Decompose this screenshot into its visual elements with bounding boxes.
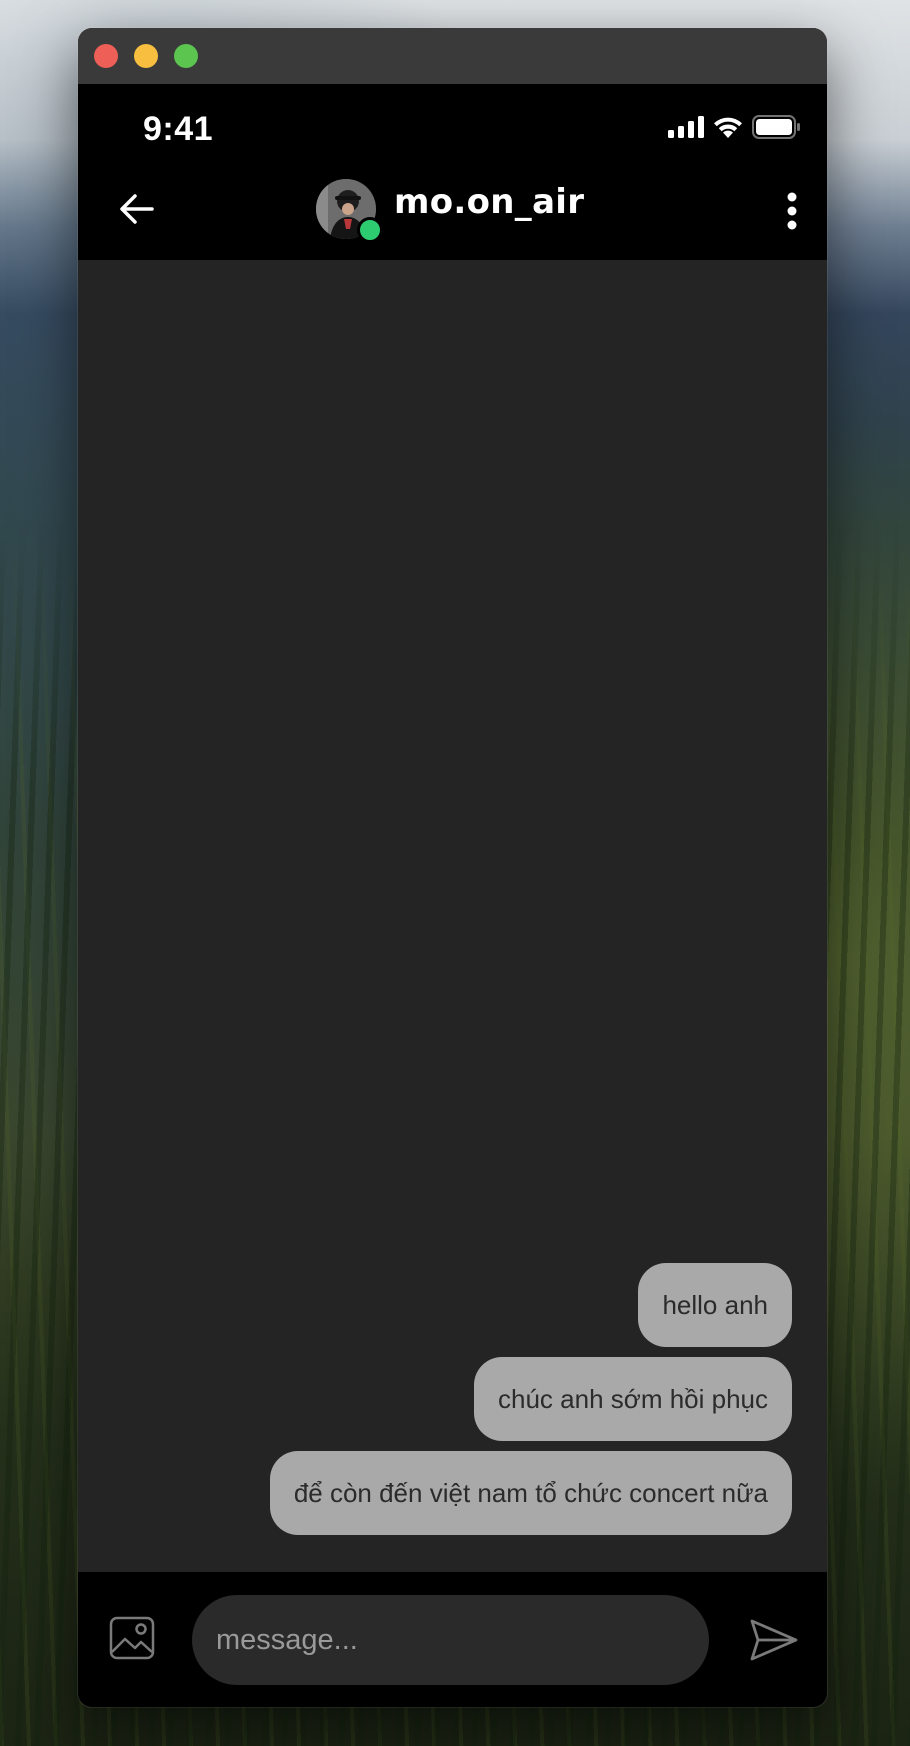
message-bubble-outgoing[interactable]: để còn đến việt nam tổ chức concert nữa (269, 1451, 792, 1535)
message-bubble-outgoing[interactable]: chúc anh sớm hồi phục (474, 1357, 792, 1441)
maximize-window-button[interactable] (174, 44, 198, 68)
message-list[interactable]: hello anh chúc anh sớm hồi phục để còn đ… (78, 260, 827, 1572)
window-titlebar (78, 28, 827, 85)
send-button[interactable] (748, 1614, 800, 1666)
online-status-dot (357, 217, 383, 243)
attach-image-button[interactable] (108, 1614, 156, 1662)
status-time: 9:41 (143, 110, 214, 148)
more-vertical-icon (787, 192, 797, 230)
message-input[interactable] (192, 1595, 709, 1685)
wifi-icon (714, 117, 742, 138)
profile-avatar[interactable] (316, 179, 383, 243)
message-composer (78, 1572, 827, 1707)
system-icons (668, 114, 800, 140)
signal-icon (668, 116, 704, 138)
send-icon (750, 1619, 798, 1661)
chat-username[interactable]: mo.on_air (394, 182, 584, 222)
phone-screen: 9:41 mo.on_air hello anh chúc anh sớm hồ… (78, 84, 827, 1707)
chat-header: mo.on_air (78, 166, 827, 260)
message-bubble-outgoing[interactable]: hello anh (638, 1263, 792, 1347)
battery-icon (752, 115, 800, 139)
message-stack: hello anh chúc anh sớm hồi phục để còn đ… (269, 1263, 792, 1535)
image-icon (109, 1616, 155, 1660)
arrow-left-icon (120, 194, 154, 224)
more-options-button[interactable] (777, 188, 807, 234)
status-bar: 9:41 (78, 84, 827, 166)
minimize-window-button[interactable] (134, 44, 158, 68)
app-window: 9:41 mo.on_air hello anh chúc anh sớm hồ… (78, 28, 827, 1707)
back-button[interactable] (116, 188, 158, 230)
close-window-button[interactable] (94, 44, 118, 68)
